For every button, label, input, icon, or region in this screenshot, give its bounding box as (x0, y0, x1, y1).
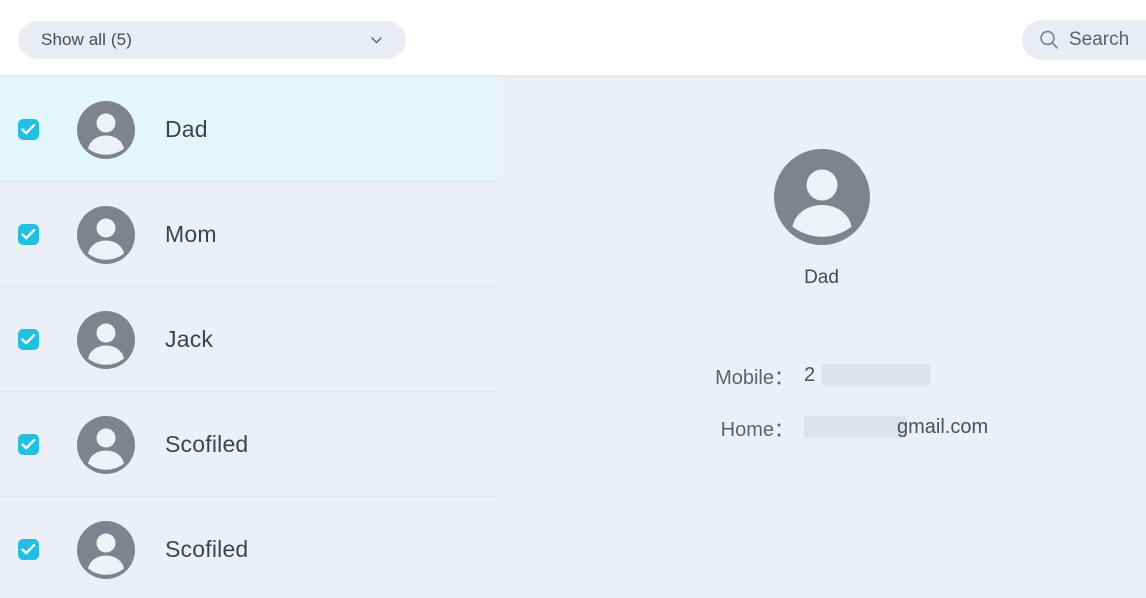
user-avatar-icon (77, 520, 135, 579)
search-input[interactable]: Search (1022, 20, 1146, 60)
user-avatar-icon (77, 205, 135, 264)
filter-label: Show all (5) (41, 30, 132, 49)
contact-name: Scofiled (165, 431, 249, 457)
contacts-app: Show all (5) Search Dad Mom Jack Scofile… (0, 0, 1146, 598)
mobile-value-prefix: 2 (804, 363, 816, 386)
contact-list[interactable]: Dad Mom Jack Scofiled Scofiled (0, 77, 497, 598)
toolbar: Show all (5) Search (0, 0, 1146, 77)
field-value-home: gmail.com (804, 416, 988, 439)
field-value-mobile: 2 (804, 363, 931, 387)
user-avatar-icon (77, 100, 135, 159)
contact-name: Dad (165, 116, 208, 142)
contact-fields: Mobile： 2 Home： gmail.com (497, 349, 1146, 453)
detail-contact-name: Dad (804, 267, 839, 288)
field-label-mobile: Mobile： (715, 366, 794, 389)
contact-name: Scofiled (165, 536, 249, 562)
list-item[interactable]: Dad (0, 77, 497, 182)
contact-checkbox[interactable] (18, 329, 39, 350)
contact-checkbox[interactable] (18, 434, 39, 455)
contact-field-mobile: Mobile： 2 (497, 349, 1146, 401)
search-icon (1038, 29, 1060, 51)
contact-checkbox[interactable] (18, 224, 39, 245)
redaction-bar (804, 416, 907, 438)
contact-checkbox[interactable] (18, 539, 39, 560)
list-item[interactable]: Jack (0, 287, 497, 392)
user-avatar-icon (77, 310, 135, 369)
redaction-bar (822, 364, 931, 386)
chevron-down-icon (369, 33, 384, 48)
contact-detail-panel: Dad Mobile： 2 Home： gmail.com (497, 77, 1146, 598)
list-item[interactable]: Scofiled (0, 392, 497, 497)
contact-name: Jack (165, 326, 214, 352)
search-placeholder: Search (1069, 29, 1130, 50)
home-value-suffix: gmail.com (897, 415, 989, 438)
contact-checkbox[interactable] (18, 119, 39, 140)
user-avatar-icon (773, 149, 870, 245)
field-label-home: Home： (720, 418, 794, 441)
contact-name: Mom (165, 221, 217, 247)
list-item[interactable]: Mom (0, 182, 497, 287)
list-item[interactable]: Scofiled (0, 497, 497, 598)
contact-field-home: Home： gmail.com (497, 401, 1146, 453)
show-all-filter-dropdown[interactable]: Show all (5) (18, 21, 406, 59)
user-avatar-icon (77, 415, 135, 474)
